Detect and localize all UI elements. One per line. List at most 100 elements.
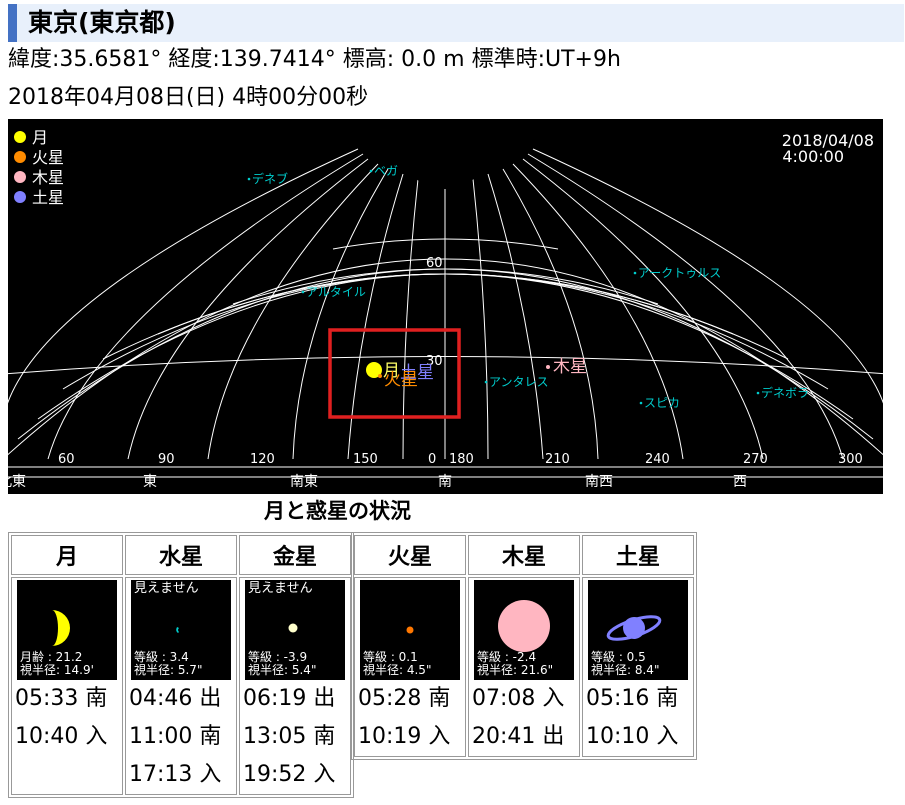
mercury-cell: 見えません 等級 : 3.4 視半径: 5.7" 04:46 出 11:00 南… xyxy=(125,577,237,795)
venus-time-1: 06:19 出 xyxy=(243,686,336,711)
legend-dot-1 xyxy=(14,151,26,163)
sky-legend: 月火星木星土星 xyxy=(14,128,64,207)
az-label-60: 60 xyxy=(58,452,75,467)
jupiter-marker[interactable] xyxy=(546,365,550,369)
mars-marker[interactable] xyxy=(378,374,382,378)
legend-dot-0 xyxy=(14,131,26,143)
az-label-120: 120 xyxy=(250,452,275,467)
legend-label-0: 月 xyxy=(32,128,48,147)
az-label-300: 300 xyxy=(838,452,863,467)
legend-label-1: 火星 xyxy=(32,148,64,167)
venus-icon xyxy=(288,623,298,633)
az-label-180: 180 xyxy=(449,452,474,467)
jupiter-time-1: 07:08 入 xyxy=(472,686,565,711)
saturn-time-1: 05:16 南 xyxy=(586,686,679,711)
saturn-cell: 等級 : 0.5 視半径: 8.4" 05:16 南 10:10 入 xyxy=(582,577,694,757)
jupiter-label: 木星 xyxy=(553,357,587,377)
venus-cell: 見えません 等級 : -3.9 視半径: 5.4" 06:19 出 13:05 … xyxy=(239,577,351,795)
moon-radius: 視半径: 14.9' xyxy=(20,663,94,677)
saturn-time-2: 10:10 入 xyxy=(586,724,679,749)
header-saturn: 土星 xyxy=(582,535,694,575)
star-altair-dot xyxy=(301,290,305,294)
legend-label-2: 木星 xyxy=(32,168,64,187)
mercury-icon xyxy=(176,627,179,633)
moon-time-1: 05:33 南 xyxy=(15,686,108,711)
direction-southwest: 南西 xyxy=(585,474,613,490)
saturn-radius: 視半径: 8.4" xyxy=(591,663,660,677)
mars-time-1: 05:28 南 xyxy=(358,686,451,711)
legend-label-3: 土星 xyxy=(32,188,64,207)
jupiter-radius: 視半径: 21.6" xyxy=(477,663,554,677)
star-denebola[interactable]: デネボラ xyxy=(761,385,809,400)
az-label-270: 270 xyxy=(743,452,768,467)
star-spica-dot xyxy=(639,401,643,405)
saturn-icon xyxy=(606,615,662,641)
mercury-time-2: 11:00 南 xyxy=(129,724,222,749)
jupiter-icon xyxy=(498,600,550,652)
location-info: 緯度:35.6581° 経度:139.7414° 標高: 0.0 m 標準時:U… xyxy=(8,47,621,72)
sky-chart[interactable]: 月火星 木星 土星 2018/04/08 4:00:00 60 30 0 60 90… xyxy=(8,119,883,494)
mercury-time-3: 17:13 入 xyxy=(129,762,222,787)
moon-icon xyxy=(52,610,70,646)
az-label-240: 240 xyxy=(645,452,670,467)
star-deneb[interactable]: デネブ xyxy=(252,171,288,186)
page-title: 東京(東京都) xyxy=(28,8,176,37)
star-altair[interactable]: アルタイル xyxy=(306,285,366,299)
legend-dot-2 xyxy=(14,171,26,183)
az-label-210: 210 xyxy=(545,452,570,467)
sky-grid xyxy=(8,148,883,478)
moon-time-2: 10:40 入 xyxy=(15,724,108,749)
mars-icon xyxy=(406,626,414,634)
mars-thumbnail[interactable]: 等級 : 0.1 視半径: 4.5" xyxy=(360,580,460,680)
star-denebola-dot xyxy=(756,391,760,395)
venus-time-3: 19:52 入 xyxy=(243,762,336,787)
mars-cell: 等級 : 0.1 視半径: 4.5" 05:28 南 10:19 入 xyxy=(354,577,466,757)
star-spica[interactable]: スピカ xyxy=(644,396,680,410)
header-jupiter: 木星 xyxy=(468,535,580,575)
mars-radius: 視半径: 4.5" xyxy=(363,663,432,677)
direction-southeast: 南東 xyxy=(290,474,318,490)
venus-radius: 視半径: 5.4" xyxy=(248,663,317,677)
direction-south: 南 xyxy=(438,474,452,490)
legend-dot-3 xyxy=(14,191,26,203)
header-moon: 月 xyxy=(11,535,123,575)
star-antares[interactable]: アンタレス xyxy=(489,375,549,389)
header-mars: 火星 xyxy=(354,535,466,575)
jupiter-time-2: 20:41 出 xyxy=(472,724,565,749)
title-accent xyxy=(8,4,17,42)
star-antares-dot xyxy=(484,380,488,384)
saturn-thumbnail[interactable]: 等級 : 0.5 視半径: 8.4" xyxy=(588,580,688,680)
datetime-info: 2018年04月08日(日) 4時00分00秒 xyxy=(8,85,369,110)
planet-table-2: 火星 木星 土星 等級 : 0.1 視半径: 4.5" 05:28 南 10:1… xyxy=(351,532,697,760)
star-deneb-dot xyxy=(247,177,251,181)
moon-cell: 月齢 : 21.2 視半径: 14.9' 05:33 南 10:40 入 xyxy=(11,577,123,795)
star-arcturus[interactable]: アークトゥルス xyxy=(638,266,721,280)
star-vega-dot xyxy=(369,169,373,173)
mars-label: 火星 xyxy=(384,370,418,390)
zenith-cap xyxy=(397,119,493,189)
az-label-150: 150 xyxy=(353,452,378,467)
venus-time-2: 13:05 南 xyxy=(243,724,336,749)
mercury-thumbnail[interactable]: 見えません 等級 : 3.4 視半径: 5.7" xyxy=(131,580,231,680)
status-title: 月と惑星の状況 xyxy=(264,499,411,523)
sky-time: 4:00:00 xyxy=(782,147,844,166)
star-arcturus-dot xyxy=(633,271,637,275)
alt-label-60: 60 xyxy=(426,256,443,271)
header-venus: 金星 xyxy=(239,535,351,575)
venus-thumbnail[interactable]: 見えません 等級 : -3.9 視半径: 5.4" xyxy=(245,580,345,680)
moon-thumbnail[interactable]: 月齢 : 21.2 視半径: 14.9' xyxy=(17,580,117,680)
title-bar: 東京(東京都) xyxy=(8,4,904,42)
jupiter-thumbnail[interactable]: 等級 : -2.4 視半径: 21.6" xyxy=(474,580,574,680)
mercury-radius: 視半径: 5.7" xyxy=(134,663,203,677)
jupiter-cell: 等級 : -2.4 視半径: 21.6" 07:08 入 20:41 出 xyxy=(468,577,580,757)
alt-label-0: 0 xyxy=(428,452,436,467)
direction-west: 西 xyxy=(733,474,747,490)
star-vega[interactable]: ベガ xyxy=(374,164,398,178)
mars-time-2: 10:19 入 xyxy=(358,724,451,749)
direction-east: 東 xyxy=(143,474,157,490)
az-label-90: 90 xyxy=(158,452,175,467)
planet-table-1: 月 水星 金星 月齢 : 21.2 視半径: 14.9' 05:33 南 10:… xyxy=(8,532,354,798)
header-mercury: 水星 xyxy=(125,535,237,575)
mercury-time-1: 04:46 出 xyxy=(129,686,222,711)
direction-northeast: 北東 xyxy=(8,474,26,490)
